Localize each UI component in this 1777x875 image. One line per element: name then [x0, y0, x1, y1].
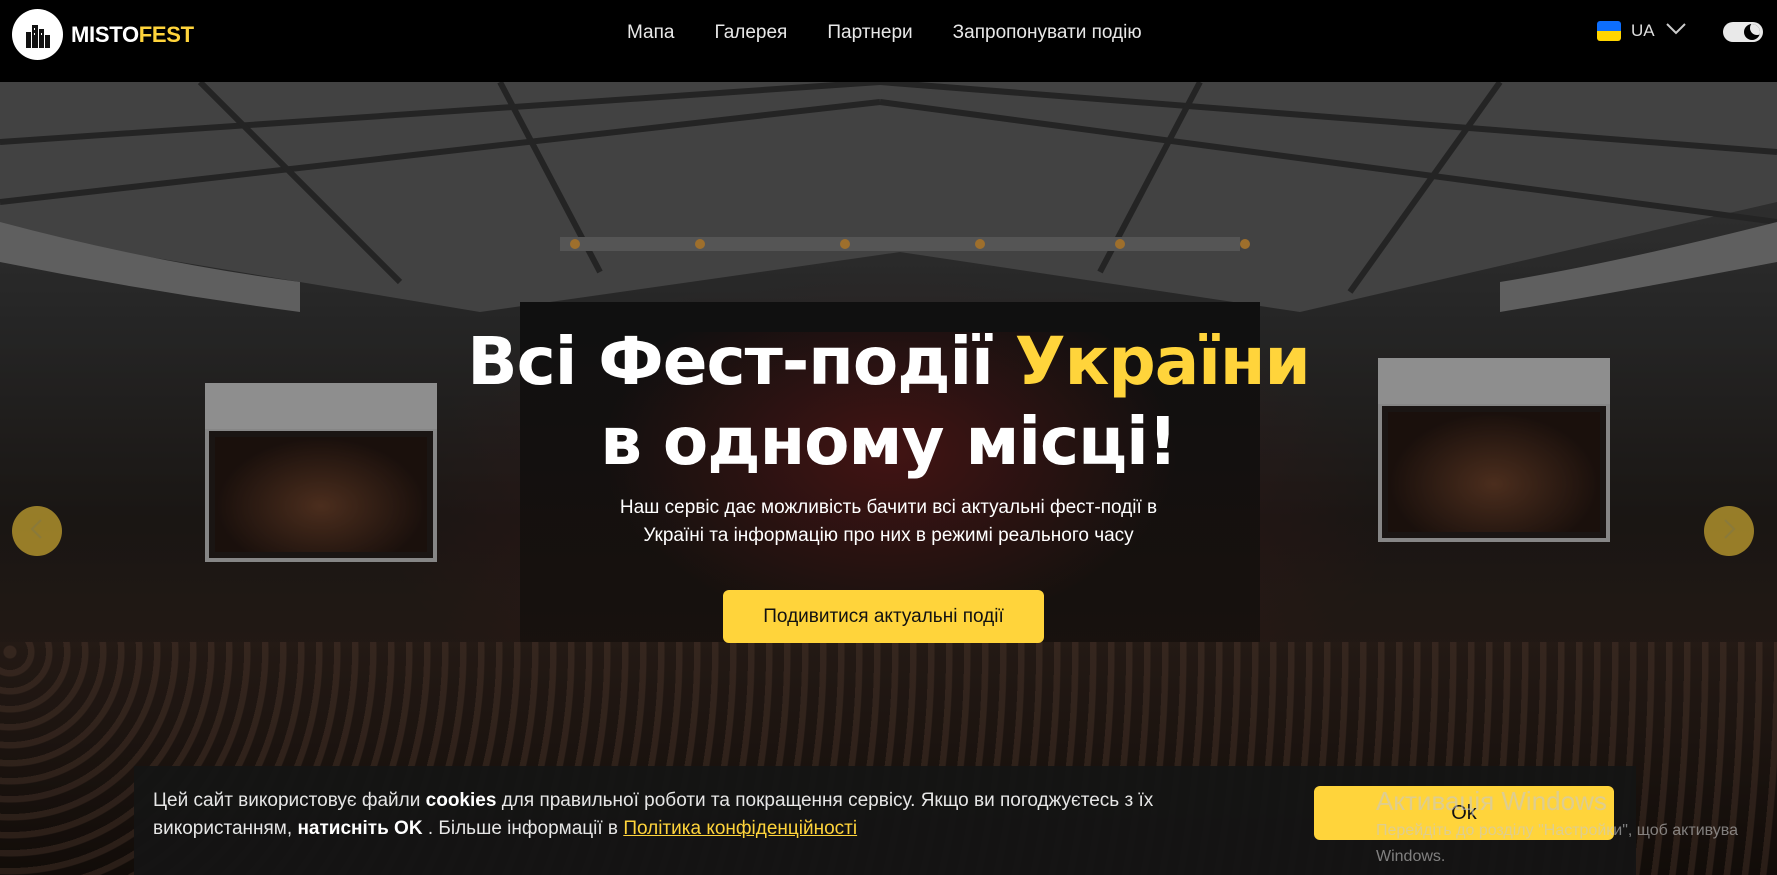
logo-text-misto: MISTO [71, 21, 139, 47]
nav-item-map[interactable]: Мапа [627, 22, 674, 44]
language-label: UA [1631, 21, 1655, 40]
logo-text-fest: FEST [138, 21, 194, 47]
nav-item-gallery[interactable]: Галерея [714, 22, 787, 44]
carousel-prev-button[interactable] [12, 506, 62, 556]
language-selector[interactable]: UA [1597, 21, 1687, 41]
cookie-text-bold-cookies: cookies [425, 790, 497, 811]
cookie-text: Цей сайт використовує файли cookies для … [153, 787, 1213, 843]
city-skyline-icon [12, 9, 63, 60]
main-nav: Мапа Галерея Партнери Запропонувати поді… [627, 22, 1142, 44]
nav-item-propose-event[interactable]: Запропонувати подію [953, 22, 1142, 44]
chevron-down-icon [1665, 22, 1687, 41]
hero-title-accent: України [1014, 323, 1311, 400]
cookie-banner: Цей сайт використовує файли cookies для … [134, 766, 1636, 875]
chevron-right-icon [1720, 518, 1738, 545]
view-events-button[interactable]: Подивитися актуальні події [723, 590, 1044, 643]
carousel-next-button[interactable] [1704, 506, 1754, 556]
hero-subtitle: Наш сервіс дає можливість бачити всі акт… [0, 494, 1777, 550]
hero-subtitle-line1: Наш сервіс дає можливість бачити всі акт… [619, 497, 1158, 518]
privacy-policy-link[interactable]: Політика конфіденційності [623, 818, 857, 839]
hero-title-part1: Всі Фест-події [467, 323, 1015, 400]
site-header: MISTOFEST Мапа Галерея Партнери Запропон… [0, 0, 1777, 82]
hero-subtitle-line2: Україні та інформацію про них в режимі р… [643, 525, 1134, 546]
hero-title: Всі Фест-події України в одному місці! [0, 322, 1777, 482]
logo-text: MISTOFEST [71, 22, 194, 48]
cookie-text-3: . Більше інформації в [422, 818, 624, 839]
nav-item-partners[interactable]: Партнери [827, 22, 912, 44]
hero-title-line2: в одному місці! [600, 403, 1178, 480]
cookie-text-1: Цей сайт використовує файли [153, 790, 426, 811]
ukraine-flag-icon [1597, 21, 1621, 41]
cookie-ok-button[interactable]: Ok [1314, 786, 1614, 840]
cookie-text-bold-ok: натисніть OK [297, 818, 423, 839]
logo[interactable]: MISTOFEST [12, 9, 194, 60]
chevron-left-icon [28, 518, 46, 545]
hero-section: Всі Фест-події України в одному місці! Н… [0, 82, 1777, 875]
moon-icon [1744, 24, 1760, 40]
theme-toggle[interactable] [1723, 22, 1763, 42]
